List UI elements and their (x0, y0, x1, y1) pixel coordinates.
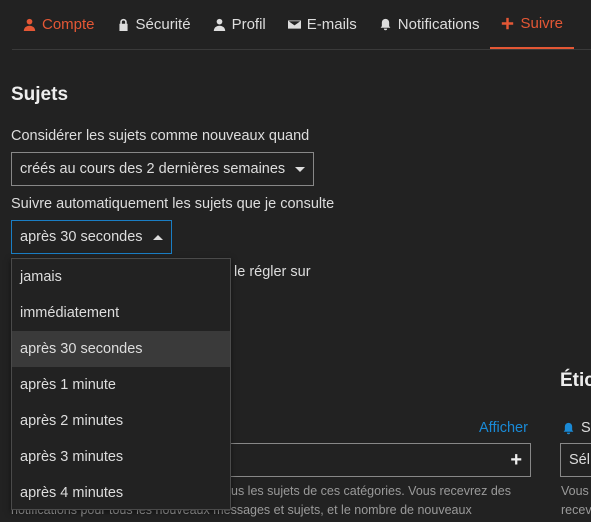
lock-icon (118, 18, 128, 31)
tags-watched-label: S (562, 420, 591, 436)
preferences-tabs: Compte Sécurité Profil E-mails Notificat… (12, 0, 591, 50)
dropdown-option-selected[interactable]: après 30 secondes (12, 331, 230, 367)
tab-label: Profil (231, 16, 266, 33)
tab-compte[interactable]: Compte (12, 0, 106, 49)
tab-label: Suivre (520, 15, 563, 32)
caret-down-icon (295, 166, 306, 172)
dropdown-option[interactable]: après 3 minutes (12, 439, 230, 475)
tab-label: Notifications (397, 16, 480, 33)
user-icon (23, 18, 36, 31)
tab-label: E-mails (306, 16, 357, 33)
new-topics-select[interactable]: créés au cours des 2 dernières semaines (11, 152, 315, 186)
tags-select-value: Sél (569, 452, 590, 468)
dropdown-option[interactable]: après 4 minutes (12, 475, 230, 509)
tags-help-line2: recev (561, 503, 591, 517)
behind-text: le régler sur (234, 264, 311, 280)
tags-watched-text: S (581, 420, 591, 436)
dropdown-option[interactable]: après 1 minute (12, 367, 230, 403)
tab-label: Compte (42, 16, 95, 33)
tags-select[interactable]: Sél (560, 443, 591, 477)
auto-track-dropdown: jamais immédiatement après 30 secondes a… (11, 258, 231, 510)
tab-suivre[interactable]: Suivre (490, 0, 574, 49)
tags-help-line1: Vous (561, 484, 589, 498)
tab-securite[interactable]: Sécurité (106, 0, 202, 49)
plus-icon (502, 17, 514, 30)
envelope-icon (287, 20, 301, 29)
section-title: Sujets (11, 84, 69, 105)
bell-icon (380, 18, 391, 31)
dropdown-option[interactable]: après 2 minutes (12, 403, 230, 439)
tags-title: Étic (560, 370, 591, 391)
dropdown-option[interactable]: immédiatement (12, 295, 230, 331)
new-topics-label: Considérer les sujets comme nouveaux qua… (11, 128, 310, 144)
bell-icon (563, 422, 574, 434)
tab-emails[interactable]: E-mails (277, 0, 368, 49)
select-value: après 30 secondes (20, 229, 143, 245)
categories-help-line1: us les sujets de ces catégories. Vous re… (231, 484, 512, 498)
caret-up-icon (152, 234, 163, 240)
tab-notifications[interactable]: Notifications (368, 0, 491, 49)
auto-track-label: Suivre automatiquement les sujets que je… (11, 196, 335, 212)
tab-profil[interactable]: Profil (202, 0, 277, 49)
categories-field[interactable]: + (226, 443, 531, 477)
auto-track-select[interactable]: après 30 secondes (11, 220, 172, 254)
user-icon (213, 18, 225, 31)
show-link[interactable]: Afficher (479, 420, 528, 436)
dropdown-option[interactable]: jamais (12, 259, 230, 295)
tab-label: Sécurité (135, 16, 191, 33)
plus-icon[interactable]: + (510, 450, 522, 470)
select-value: créés au cours des 2 dernières semaines (20, 161, 286, 177)
